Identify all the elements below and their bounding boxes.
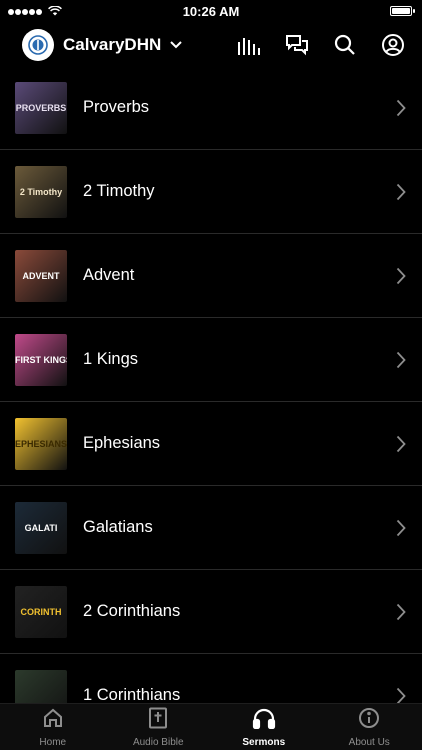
headphones-icon: [252, 707, 276, 734]
chevron-right-icon: [396, 435, 406, 453]
status-time: 10:26 AM: [182, 4, 240, 19]
tab-label: Sermons: [242, 737, 286, 748]
app-name: CalvaryDHN: [63, 35, 162, 54]
series-row[interactable]: EPHESIANS Ephesians: [0, 402, 422, 486]
chevron-right-icon: [396, 99, 406, 117]
series-artwork: EPHESIANS: [15, 417, 67, 470]
church-logo: [22, 29, 54, 61]
status-bar: 10:26 AM: [0, 0, 422, 22]
series-artwork: FIRST KINGS: [15, 333, 67, 386]
series-title: 1 Kings: [83, 350, 139, 368]
sermon-series-list: PROVERBS Proverbs 2 Timothy 2 Timothy ADVENT…: [0, 66, 422, 706]
tab-label: Home: [39, 737, 67, 748]
series-artwork-text: CORINTH: [20, 606, 62, 617]
chat-icon[interactable]: [284, 32, 310, 58]
series-row[interactable]: CORINTH 2 Corinthians: [0, 570, 422, 654]
series-artwork-text: 2 Timothy: [19, 186, 63, 197]
tab-home[interactable]: Home: [0, 704, 105, 750]
series-row[interactable]: 2 Timothy 2 Timothy: [0, 150, 422, 234]
chevron-right-icon: [396, 351, 406, 369]
chevron-right-icon: [396, 603, 406, 621]
series-artwork-text: ADVENT: [22, 270, 60, 281]
series-artwork-text: PROVERBS: [15, 102, 67, 113]
info-icon: [358, 707, 380, 734]
series-artwork: ADVENT: [15, 249, 67, 302]
series-title: 2 Corinthians: [83, 602, 181, 620]
series-title: Advent: [83, 266, 135, 284]
tab-label: Audio Bible: [132, 737, 184, 748]
series-artwork: GALATI: [15, 501, 67, 554]
search-icon[interactable]: [332, 32, 358, 58]
series-artwork-text: FIRST KINGS: [15, 354, 67, 365]
campus-selector[interactable]: CalvaryDHN: [0, 29, 182, 61]
tab-bar: Home Audio Bible Sermons About Us: [0, 703, 422, 750]
series-title: Ephesians: [83, 434, 161, 452]
profile-icon[interactable]: [380, 32, 406, 58]
series-row[interactable]: PROVERBS Proverbs: [0, 66, 422, 150]
tab-about-us[interactable]: About Us: [317, 704, 422, 750]
tab-sermons[interactable]: Sermons: [211, 704, 316, 750]
chevron-right-icon: [396, 183, 406, 201]
series-artwork: [15, 669, 67, 706]
series-artwork: 2 Timothy: [15, 165, 67, 218]
series-title: Galatians: [83, 518, 153, 536]
battery-level: [392, 8, 410, 14]
chevron-down-icon: [170, 41, 182, 49]
series-row[interactable]: ADVENT Advent: [0, 234, 422, 318]
series-title: 2 Timothy: [83, 182, 155, 200]
series-row[interactable]: 1 Corinthians: [0, 654, 422, 706]
series-artwork-text: EPHESIANS: [15, 438, 67, 449]
battery-icon: [390, 6, 415, 16]
series-row[interactable]: GALATI Galatians: [0, 486, 422, 570]
audio-levels-icon[interactable]: [236, 32, 262, 58]
home-icon: [42, 707, 64, 734]
series-row[interactable]: FIRST KINGS 1 Kings: [0, 318, 422, 402]
series-artwork: CORINTH: [15, 585, 67, 638]
series-artwork-text: GALATI: [24, 522, 58, 533]
chevron-right-icon: [396, 519, 406, 537]
chevron-right-icon: [396, 687, 406, 705]
bible-icon: [148, 707, 168, 734]
series-artwork: PROVERBS: [15, 81, 67, 134]
chevron-right-icon: [396, 267, 406, 285]
series-title: Proverbs: [83, 98, 150, 116]
tab-audio-bible[interactable]: Audio Bible: [106, 704, 211, 750]
app-header: CalvaryDHN: [0, 22, 422, 68]
tab-label: About Us: [348, 737, 390, 748]
